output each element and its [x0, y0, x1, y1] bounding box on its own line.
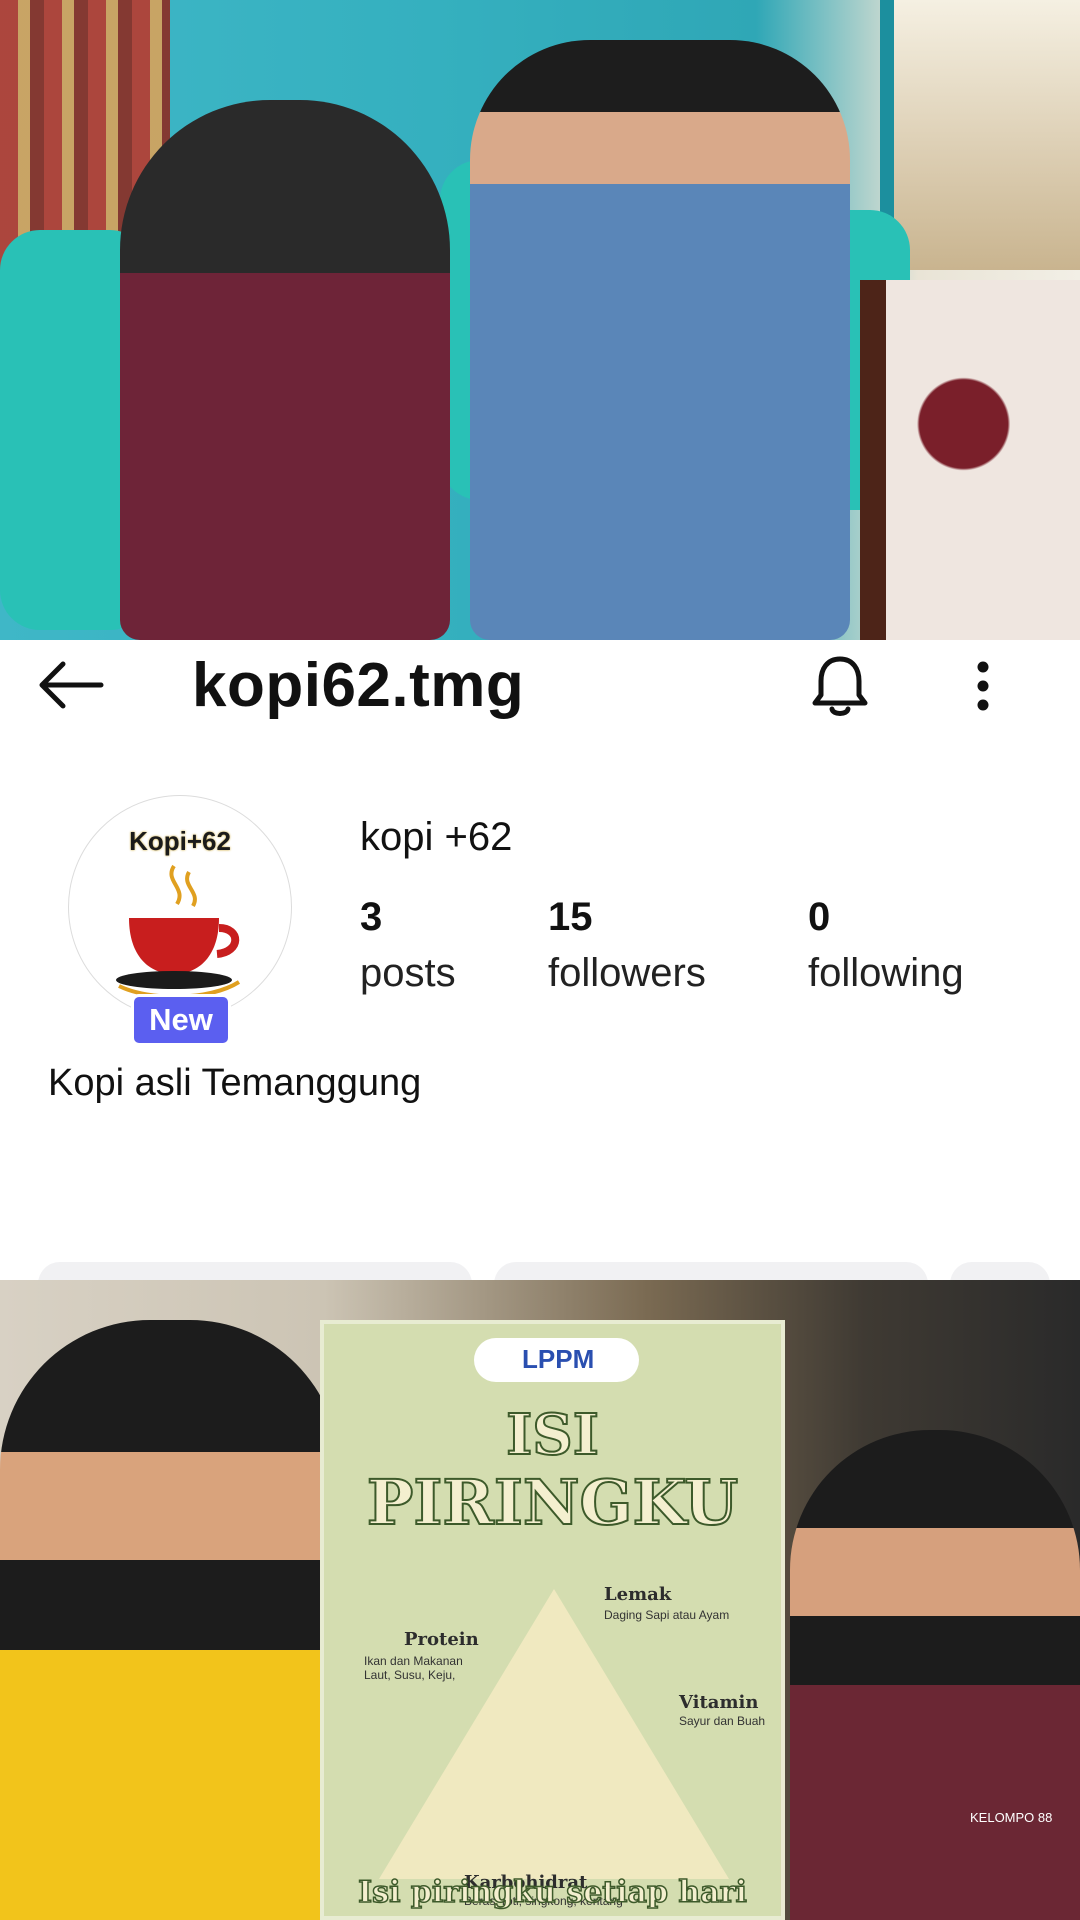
- profile-header: kopi62.tmg: [0, 640, 1080, 730]
- notifications-button[interactable]: [800, 648, 880, 724]
- following-label: following: [808, 951, 964, 995]
- following-stat[interactable]: 0 following: [808, 895, 964, 996]
- new-badge: New: [131, 994, 231, 1046]
- poster-sub-vitamin: Sayur dan Buah: [679, 1714, 766, 1728]
- person-elder: [470, 40, 850, 640]
- avatar[interactable]: Kopi+62: [68, 795, 292, 1019]
- following-count: 0: [808, 895, 831, 939]
- person-right: KELOMPO 88: [790, 1430, 1080, 1920]
- bio: Kopi asli Temanggung: [48, 1062, 422, 1104]
- display-name: kopi +62: [360, 815, 513, 859]
- poster: LPPM ISI PIRINGKU Lemak Daging Sapi atau…: [320, 1320, 785, 1920]
- followers-stat[interactable]: 15 followers: [548, 895, 706, 996]
- bell-icon: [812, 656, 868, 716]
- more-options-button[interactable]: [955, 648, 1011, 724]
- followers-label: followers: [548, 951, 706, 995]
- lppm-logo: LPPM: [474, 1338, 639, 1382]
- poster-label-protein: Protein: [404, 1629, 479, 1650]
- poster-sub-lemak: Daging Sapi atau Ayam: [604, 1608, 730, 1622]
- poster-footer: Isi piringku setiap hari: [357, 1874, 747, 1911]
- person-student: [120, 100, 450, 640]
- coffee-cup-icon: [116, 864, 241, 999]
- back-button[interactable]: [34, 652, 106, 718]
- poster-title-line2: PIRINGKU: [366, 1465, 740, 1540]
- window: [880, 0, 1080, 270]
- post-thumbnail[interactable]: LPPM ISI PIRINGKU Lemak Daging Sapi atau…: [0, 1280, 1080, 1920]
- posts-label: posts: [360, 951, 456, 995]
- arrow-left-icon: [39, 661, 104, 709]
- posts-count: 3: [360, 895, 383, 939]
- cushion: [860, 280, 1080, 640]
- poster-logo-text: LPPM: [522, 1344, 595, 1374]
- followers-count: 15: [548, 895, 593, 939]
- person-left: [0, 1320, 340, 1920]
- poster-label-lemak: Lemak: [604, 1584, 672, 1605]
- more-vertical-icon: [977, 661, 989, 711]
- header-cover-photo: [0, 0, 1080, 640]
- posts-stat[interactable]: 3 posts: [360, 895, 456, 996]
- vest-text: KELOMPO 88: [970, 1810, 1053, 1825]
- poster-label-vitamin: Vitamin: [679, 1692, 759, 1713]
- poster-title-line1: ISI: [505, 1401, 600, 1469]
- poster-sub-protein: Ikan dan Makanan Laut, Susu, Keju,: [364, 1654, 463, 1682]
- page-title: kopi62.tmg: [192, 651, 525, 720]
